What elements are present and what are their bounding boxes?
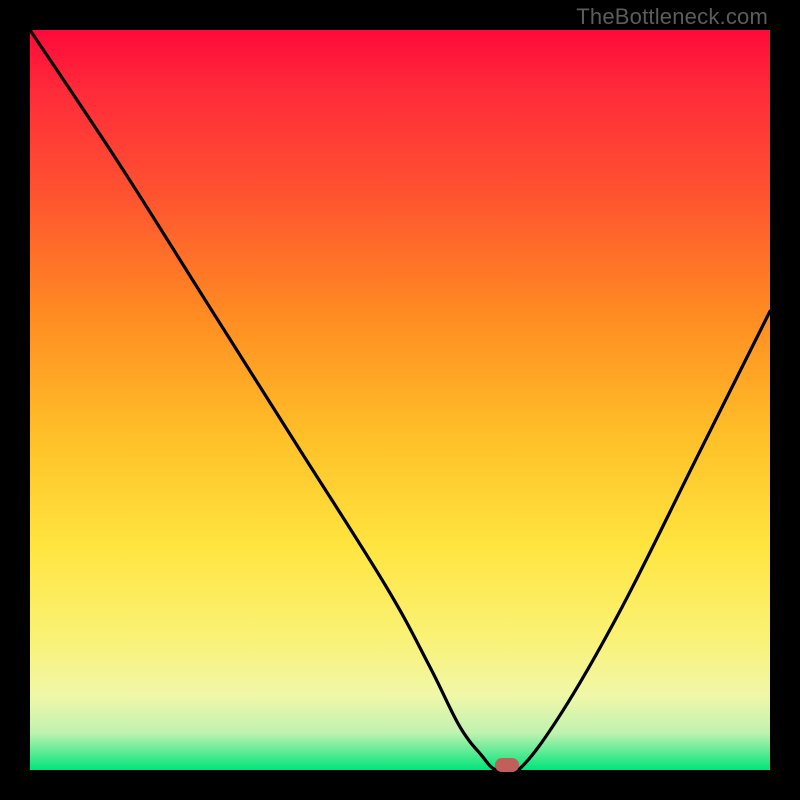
curve-path bbox=[30, 30, 770, 770]
optimal-marker bbox=[495, 758, 519, 772]
chart-frame: TheBottleneck.com bbox=[0, 0, 800, 800]
bottleneck-curve bbox=[30, 30, 770, 770]
plot-area bbox=[30, 30, 770, 770]
watermark-label: TheBottleneck.com bbox=[576, 4, 768, 30]
